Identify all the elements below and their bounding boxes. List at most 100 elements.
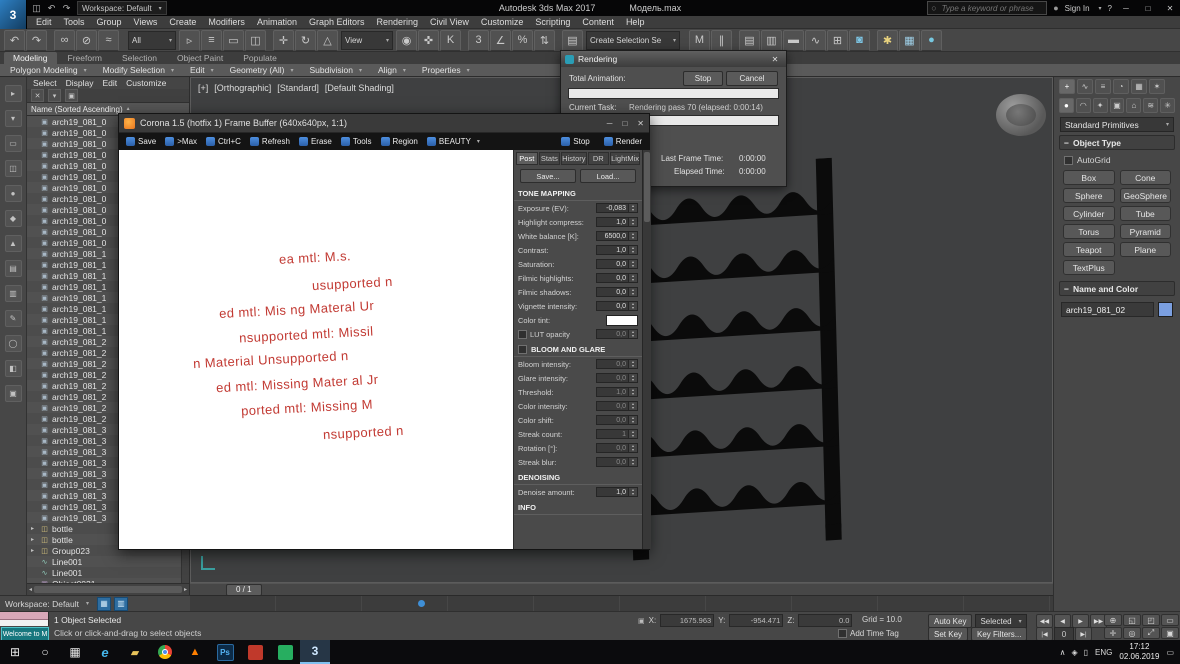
undo-icon[interactable]: ↶ [45, 2, 58, 14]
ribbon-group-subdivision[interactable]: Subdivision ▾ [309, 65, 362, 75]
cp-cat-geometry[interactable]: ● [1059, 98, 1074, 113]
tray-volume-icon[interactable]: ▯ [1084, 648, 1088, 657]
tray-expand-icon[interactable]: ∧ [1060, 648, 1066, 657]
menu-item-edit[interactable]: Edit [30, 17, 58, 27]
value-spinner[interactable]: 1,0 ▴ ▾ [596, 487, 638, 497]
help-search-box[interactable]: ○ [927, 1, 1048, 15]
rendered-frame-window-icon[interactable]: ▦ [899, 29, 920, 51]
render-setup-icon[interactable]: ✱ [877, 29, 898, 51]
maximize-button[interactable]: □ [1140, 4, 1156, 13]
set-key-button[interactable]: Set Key [928, 627, 969, 641]
ribbon-tab-object-paint[interactable]: Object Paint [168, 52, 232, 64]
value-spinner[interactable]: 0,0 ▴ ▾ [596, 443, 638, 453]
vfb-tab-dr[interactable]: DR [587, 152, 610, 165]
vfb-erase-button[interactable]: Erase [296, 135, 335, 149]
primitive-button-pyramid[interactable]: Pyramid [1119, 224, 1171, 239]
clear-search-icon[interactable]: ✕ [31, 89, 44, 102]
vfb-channel-dropdown[interactable]: BEAUTY ▾ [424, 135, 483, 149]
viewport-menu-shading[interactable]: [Default Shading] [325, 83, 394, 93]
vfb-to-max-button[interactable]: >Max [162, 135, 200, 149]
menu-item-views[interactable]: Views [128, 17, 164, 27]
mirror-icon[interactable]: M [689, 29, 710, 51]
menu-item-tools[interactable]: Tools [58, 17, 91, 27]
3ds-max-logo[interactable]: 3 [0, 0, 27, 29]
zoom-region-icon[interactable]: ▭ [1161, 614, 1179, 626]
vfb-tab-post[interactable]: Post [516, 152, 538, 165]
list-item[interactable]: ▣Object0021 [27, 578, 189, 583]
menu-item-scripting[interactable]: Scripting [529, 17, 576, 27]
spinner-arrows[interactable]: ▴ ▾ [629, 429, 638, 439]
value-spinner[interactable]: 0,0 ▴ ▾ [596, 287, 638, 297]
menu-item-help[interactable]: Help [620, 17, 651, 27]
close-icon[interactable]: ✕ [768, 55, 782, 64]
ribbon-group-edit[interactable]: Edit ▾ [190, 65, 214, 75]
primitive-button-geosphere[interactable]: GeoSphere [1119, 188, 1171, 203]
workspace-layout-icon[interactable]: ▥ [114, 596, 129, 611]
render-production-icon[interactable]: ● [921, 29, 942, 51]
spinner-arrows[interactable]: ▴ ▾ [629, 301, 638, 311]
time-slider[interactable]: 0 / 1 [190, 583, 1053, 596]
vfb-tab-lightmix[interactable]: LightMix [610, 152, 641, 165]
explorer-shape-icon[interactable]: ◆ [4, 210, 22, 227]
ribbon-tab-freeform[interactable]: Freeform [59, 52, 111, 64]
file-explorer-icon[interactable]: ▰ [120, 640, 150, 664]
spinner-arrows[interactable]: ▴ ▾ [629, 203, 638, 213]
primitive-category-dropdown[interactable]: Standard Primitives ▾ [1060, 117, 1174, 132]
name-and-color-rollout[interactable]: − Name and Color [1059, 281, 1175, 296]
explorer-geometry-icon[interactable]: ▲ [4, 235, 22, 252]
section-enable-checkbox[interactable] [518, 345, 527, 354]
value-spinner[interactable]: 1 ▴ ▾ [596, 429, 638, 439]
tray-network-icon[interactable]: ◈ [1071, 648, 1077, 657]
cp-tab-hierarchy[interactable]: ≡ [1095, 79, 1111, 94]
edge-icon[interactable]: e [90, 640, 120, 664]
vfb-tab-stats[interactable]: Stats [538, 152, 561, 165]
expand-arrow-icon[interactable]: ▸ [31, 525, 37, 532]
create-selection-set-dropdown[interactable]: Create Selection Se ▾ [586, 30, 680, 50]
prev-key-button[interactable]: |◀ [1036, 627, 1053, 641]
key-mode-dropdown[interactable]: Selected ▾ [975, 614, 1027, 628]
value-spinner[interactable]: 1,0 ▴ ▾ [596, 245, 638, 255]
viewport-menu-plus[interactable]: [+] [198, 83, 208, 93]
menu-item-civil-view[interactable]: Civil View [424, 17, 475, 27]
config-save-button[interactable]: Save... [520, 169, 576, 183]
explorer-frame-icon[interactable]: ▭ [4, 135, 22, 152]
vlc-icon[interactable]: ▲ [180, 640, 210, 664]
scrollbar-thumb[interactable] [34, 586, 182, 593]
explorer-point-icon[interactable]: ● [4, 185, 22, 202]
sign-in-button[interactable]: Sign In [1065, 4, 1090, 13]
angle-snap-icon[interactable]: ∠ [490, 29, 511, 51]
cp-cat-systems[interactable]: ✳ [1160, 98, 1176, 113]
use-pivot-center-icon[interactable]: ◉ [396, 29, 417, 51]
ribbon-tab-populate[interactable]: Populate [234, 52, 286, 64]
align-icon[interactable]: ∥ [711, 29, 732, 51]
vfb-save-button[interactable]: Save [123, 135, 159, 149]
value-spinner[interactable]: 1,0 ▴ ▾ [596, 387, 638, 397]
scroll-right-icon[interactable]: ▸ [184, 586, 187, 593]
spinner-arrows[interactable]: ▴ ▾ [629, 287, 638, 297]
bind-to-space-warp-icon[interactable]: ≈ [98, 29, 119, 51]
select-object-icon[interactable]: ▹ [179, 29, 200, 51]
explorer-menu-edit[interactable]: Edit [103, 78, 118, 88]
layer-explorer-toggle-icon[interactable]: ▥ [761, 29, 782, 51]
lock-explorer-icon[interactable]: ▣ [65, 89, 78, 102]
primitive-button-teapot[interactable]: Teapot [1063, 242, 1115, 257]
isolate-icon[interactable]: ▣ [1161, 627, 1179, 639]
vfb-copy-button[interactable]: Ctrl+C [203, 135, 244, 149]
primitive-button-box[interactable]: Box [1063, 170, 1115, 185]
value-spinner[interactable]: 0,0 ▴ ▾ [596, 415, 638, 425]
expand-arrow-icon[interactable]: ▸ [31, 547, 37, 554]
color-tint-swatch[interactable] [606, 314, 638, 326]
zoom-all-icon[interactable]: ◱ [1123, 614, 1141, 626]
explorer-grid-icon[interactable]: ▣ [4, 385, 22, 402]
key-filters-button[interactable]: Key Filters... [971, 627, 1028, 641]
dialog-titlebar[interactable]: Rendering ✕ [561, 51, 786, 67]
primitive-button-textplus[interactable]: TextPlus [1063, 260, 1115, 275]
select-and-rotate-icon[interactable]: ↻ [295, 29, 316, 51]
vfb-panel-scrollbar[interactable] [642, 150, 651, 549]
vfb-tools-button[interactable]: Tools [338, 135, 375, 149]
go-to-start-button[interactable]: ◀◀ [1036, 614, 1053, 628]
spinner-arrows[interactable]: ▴ ▾ [629, 245, 638, 255]
explorer-half-icon[interactable]: ◧ [4, 360, 22, 377]
notification-center-button[interactable]: ▭ [1166, 648, 1174, 657]
next-key-button[interactable]: ▶| [1075, 627, 1092, 641]
